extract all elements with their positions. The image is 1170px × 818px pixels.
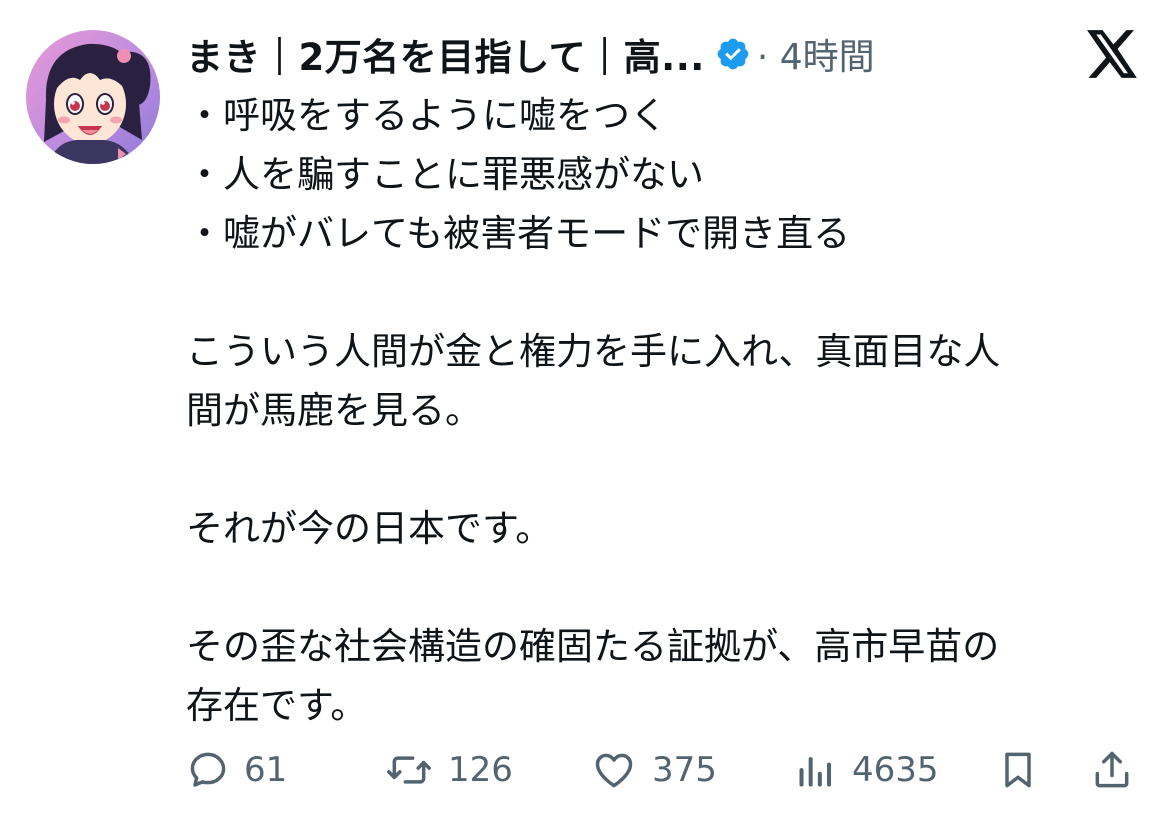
post-text: ・呼吸をするように嘘をつく ・人を騙すことに罪悪感がない ・嘘がバレても被害者モ… <box>186 86 1136 735</box>
views-chart-icon <box>799 757 832 787</box>
post-text-line: ・嘘がバレても被害者モードで開き直る <box>186 212 851 255</box>
bookmark-icon <box>1005 752 1031 788</box>
post-text-line: 間が馬鹿を見る。 <box>186 389 482 432</box>
post-text-line: それが今の日本です。 <box>186 507 553 550</box>
verified-badge-icon <box>715 36 751 72</box>
like-count: 375 <box>652 750 717 790</box>
avatar[interactable] <box>26 30 160 164</box>
action-bar: 61 126 375 4635 <box>186 742 1136 798</box>
reply-count: 61 <box>244 750 288 790</box>
heart-icon <box>595 753 633 788</box>
author-display-name[interactable]: まき｜2万名を目指して｜高... <box>186 27 705 81</box>
bookmark-button[interactable] <box>996 742 1040 798</box>
repost-count: 126 <box>448 750 513 790</box>
post-text-line: その歪な社会構造の確固たる証拠が、高市早苗の <box>186 625 1000 668</box>
post-text-line: こういう人間が金と権力を手に入れ、真面目な人 <box>186 330 1001 373</box>
post-timestamp[interactable]: · 4時間 <box>757 28 875 80</box>
avatar-illustration <box>26 30 160 164</box>
post-text-line: ・呼吸をするように嘘をつく <box>186 94 667 137</box>
x-logo-icon <box>1087 30 1139 78</box>
reply-icon <box>190 752 226 787</box>
repost-button[interactable]: 126 <box>384 742 513 798</box>
views-button[interactable]: 4635 <box>794 742 939 798</box>
views-count: 4635 <box>852 750 939 790</box>
post-text-line: ・人を騙すことに罪悪感がない <box>186 153 704 196</box>
post-header: まき｜2万名を目指して｜高... · 4時間 <box>186 26 875 82</box>
repost-icon <box>387 756 431 784</box>
share-button[interactable] <box>1090 742 1134 798</box>
post-text-line: 存在です。 <box>186 684 368 727</box>
share-icon <box>1095 751 1129 788</box>
like-button[interactable]: 375 <box>590 742 717 798</box>
reply-button[interactable]: 61 <box>186 742 287 798</box>
